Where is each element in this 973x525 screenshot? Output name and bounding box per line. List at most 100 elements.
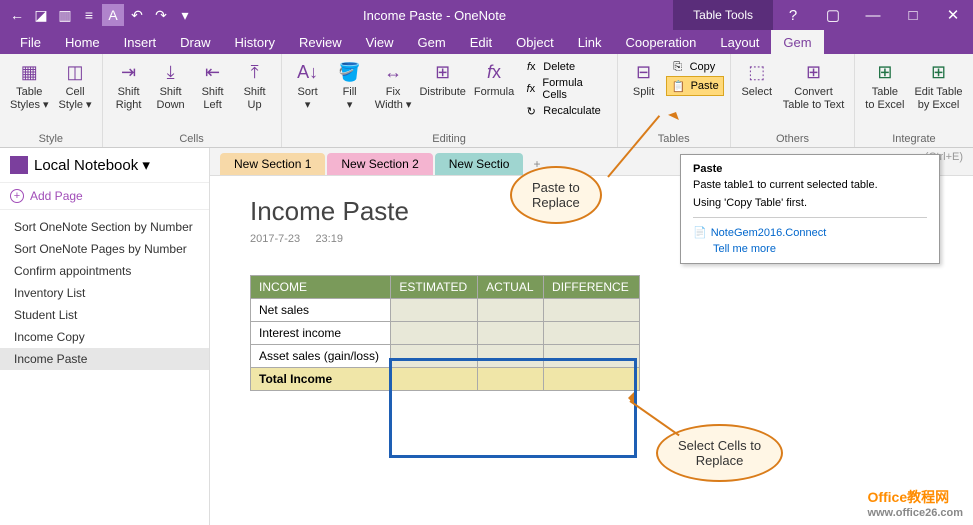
tell-me-more-link[interactable]: Tell me more bbox=[693, 243, 927, 255]
menu-history[interactable]: History bbox=[223, 30, 287, 54]
tooltip-body: Paste table1 to current selected table. bbox=[693, 179, 927, 191]
watermark-url: www.office26.com bbox=[867, 507, 963, 519]
td-total[interactable]: Total Income bbox=[251, 368, 391, 391]
watermark: Office教程网 www.office26.com bbox=[867, 487, 963, 519]
td[interactable]: Interest income bbox=[251, 322, 391, 345]
paste-button[interactable]: 📋Paste bbox=[666, 76, 724, 96]
add-page-button[interactable]: + Add Page bbox=[0, 182, 209, 210]
window-title: Income Paste - OneNote bbox=[196, 8, 673, 23]
page-item[interactable]: Student List bbox=[0, 304, 209, 326]
table-styles-icon: ▦ bbox=[17, 60, 41, 84]
qat-btn[interactable]: ◪ bbox=[30, 4, 52, 26]
ribbon-toggle-icon[interactable]: ▢ bbox=[813, 0, 853, 30]
menu-insert[interactable]: Insert bbox=[112, 30, 169, 54]
menu-home[interactable]: Home bbox=[53, 30, 112, 54]
excel-edit-icon: ⊞ bbox=[926, 60, 950, 84]
menu-object[interactable]: Object bbox=[504, 30, 566, 54]
sort-button[interactable]: A↓Sort ▾ bbox=[288, 58, 328, 114]
table-to-excel-button[interactable]: ⊞Table to Excel bbox=[861, 58, 908, 114]
td[interactable] bbox=[544, 368, 640, 391]
split-icon: ⊟ bbox=[632, 60, 656, 84]
tooltip-link[interactable]: 📄NoteGem2016.Connect bbox=[693, 226, 927, 239]
help-icon[interactable]: ? bbox=[773, 0, 813, 30]
close-icon[interactable]: ✕ bbox=[933, 0, 973, 30]
td[interactable] bbox=[391, 345, 478, 368]
td[interactable]: Net sales bbox=[251, 299, 391, 322]
td[interactable] bbox=[544, 345, 640, 368]
shift-right-button[interactable]: ⇥Shift Right bbox=[109, 58, 149, 114]
back-icon[interactable]: ← bbox=[6, 4, 28, 26]
recalculate-button[interactable]: ↻Recalculate bbox=[519, 102, 610, 120]
td[interactable] bbox=[478, 299, 544, 322]
menu-view[interactable]: View bbox=[354, 30, 406, 54]
td[interactable] bbox=[544, 299, 640, 322]
menu-file[interactable]: File bbox=[8, 30, 53, 54]
menu-cooperation[interactable]: Cooperation bbox=[614, 30, 709, 54]
td[interactable] bbox=[544, 322, 640, 345]
select-button[interactable]: ⬚Select bbox=[737, 58, 777, 101]
th[interactable]: ESTIMATED bbox=[391, 276, 478, 299]
page-item-selected[interactable]: Income Paste bbox=[0, 348, 209, 370]
th[interactable]: ACTUAL bbox=[478, 276, 544, 299]
shift-down-icon: ⤓ bbox=[159, 60, 183, 84]
ribbon: ▦Table Styles ▾ ◫Cell Style ▾ Style ⇥Shi… bbox=[0, 54, 973, 148]
select-icon: ⬚ bbox=[745, 60, 769, 84]
paste-tooltip: Paste Paste table1 to current selected t… bbox=[680, 154, 940, 264]
menu-gem[interactable]: Gem bbox=[406, 30, 458, 54]
notebook-selector[interactable]: Local Notebook ▾ bbox=[0, 148, 209, 182]
delete-button[interactable]: fxDelete bbox=[519, 58, 610, 76]
formula-button[interactable]: fxFormula bbox=[471, 58, 517, 101]
td[interactable] bbox=[391, 322, 478, 345]
td[interactable]: Asset sales (gain/loss) bbox=[251, 345, 391, 368]
undo-icon[interactable]: ↶ bbox=[126, 4, 148, 26]
td[interactable] bbox=[478, 345, 544, 368]
menu-gem-active[interactable]: Gem bbox=[771, 30, 823, 54]
page-item[interactable]: Confirm appointments bbox=[0, 260, 209, 282]
minimize-icon[interactable]: — bbox=[853, 0, 893, 30]
page-item[interactable]: Sort OneNote Pages by Number bbox=[0, 238, 209, 260]
group-label: Editing bbox=[432, 131, 466, 145]
page-item[interactable]: Sort OneNote Section by Number bbox=[0, 216, 209, 238]
th[interactable]: DIFFERENCE bbox=[544, 276, 640, 299]
redo-icon[interactable]: ↷ bbox=[150, 4, 172, 26]
maximize-icon[interactable]: □ bbox=[893, 0, 933, 30]
edit-table-excel-button[interactable]: ⊞Edit Table by Excel bbox=[910, 58, 966, 114]
td[interactable] bbox=[391, 299, 478, 322]
shift-up-button[interactable]: ⤒Shift Up bbox=[235, 58, 275, 114]
fill-button[interactable]: 🪣Fill ▾ bbox=[330, 58, 370, 114]
split-button[interactable]: ⊟Split bbox=[624, 58, 664, 101]
table-styles-button[interactable]: ▦Table Styles ▾ bbox=[6, 58, 53, 114]
income-table[interactable]: INCOME ESTIMATED ACTUAL DIFFERENCE Net s… bbox=[250, 275, 640, 391]
page-item[interactable]: Inventory List bbox=[0, 282, 209, 304]
td[interactable] bbox=[391, 368, 478, 391]
menu-link[interactable]: Link bbox=[566, 30, 614, 54]
shift-up-icon: ⤒ bbox=[243, 60, 267, 84]
shift-left-button[interactable]: ⇤Shift Left bbox=[193, 58, 233, 114]
qat-btn[interactable]: ▥ bbox=[54, 4, 76, 26]
page-item[interactable]: Income Copy bbox=[0, 326, 209, 348]
distribute-button[interactable]: ⊞Distribute bbox=[417, 58, 469, 101]
menu-draw[interactable]: Draw bbox=[168, 30, 222, 54]
copy-button[interactable]: ⎘Copy bbox=[666, 58, 724, 76]
td[interactable] bbox=[478, 322, 544, 345]
group-label: Cells bbox=[179, 131, 203, 145]
td[interactable] bbox=[478, 368, 544, 391]
menu-review[interactable]: Review bbox=[287, 30, 354, 54]
formula-cells-button[interactable]: fxFormula Cells bbox=[519, 76, 610, 102]
th[interactable]: INCOME bbox=[251, 276, 391, 299]
section-tab[interactable]: New Sectio bbox=[435, 153, 524, 175]
cell-style-button[interactable]: ◫Cell Style ▾ bbox=[55, 58, 96, 114]
qat-more-icon[interactable]: ▾ bbox=[174, 4, 196, 26]
group-label: Tables bbox=[658, 131, 690, 145]
menu-layout[interactable]: Layout bbox=[708, 30, 771, 54]
menu-edit[interactable]: Edit bbox=[458, 30, 504, 54]
section-tab[interactable]: New Section 2 bbox=[327, 153, 432, 175]
section-tab[interactable]: New Section 1 bbox=[220, 153, 325, 175]
fix-width-button[interactable]: ↔Fix Width ▾ bbox=[372, 58, 415, 114]
shift-down-button[interactable]: ⤓Shift Down bbox=[151, 58, 191, 114]
convert-button[interactable]: ⊞Convert Table to Text bbox=[779, 58, 849, 114]
qat-btn[interactable]: A bbox=[102, 4, 124, 26]
qat-btn[interactable]: ≡ bbox=[78, 4, 100, 26]
convert-icon: ⊞ bbox=[802, 60, 826, 84]
notebook-icon bbox=[10, 156, 28, 174]
